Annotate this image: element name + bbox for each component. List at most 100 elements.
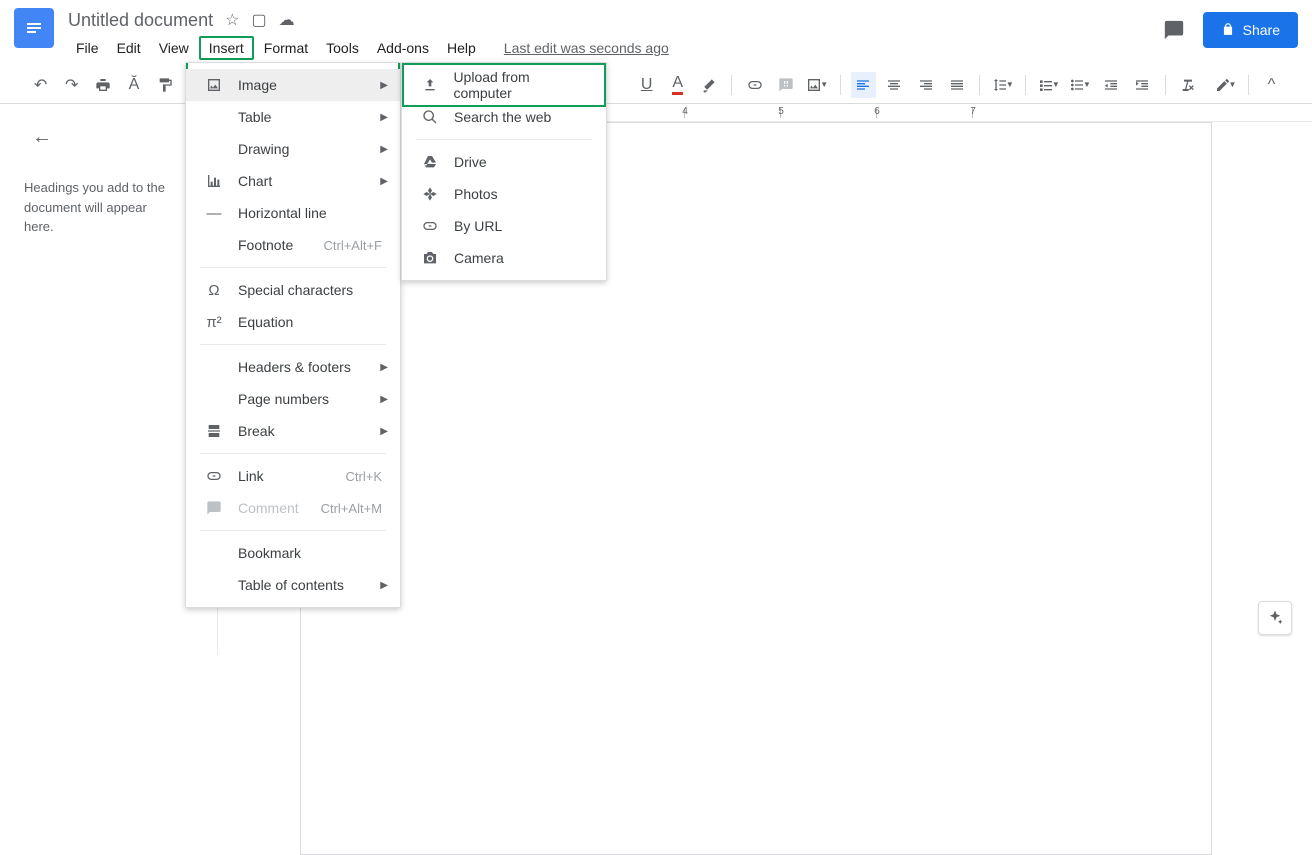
explore-button[interactable] <box>1258 601 1292 635</box>
outline-panel: ← Headings you add to the document will … <box>0 104 200 655</box>
chevron-right-icon: ▶ <box>380 176 388 187</box>
insert-image-item[interactable]: Image ▶ <box>186 69 400 101</box>
menu-help[interactable]: Help <box>439 36 484 60</box>
insert-chart-item[interactable]: Chart ▶ <box>186 165 400 197</box>
open-comments-button[interactable] <box>1161 17 1187 43</box>
last-edit-link[interactable]: Last edit was seconds ago <box>504 40 669 56</box>
dd-label: Horizontal line <box>238 205 327 221</box>
image-submenu-dropdown: Upload from computer Search the web Driv… <box>401 62 607 281</box>
shortcut-label: Ctrl+Alt+F <box>323 238 382 253</box>
camera-icon <box>420 250 440 266</box>
insert-drawing-item[interactable]: Drawing ▶ <box>186 133 400 165</box>
insert-link-button[interactable] <box>742 72 767 98</box>
align-justify-button[interactable] <box>944 72 969 98</box>
redo-button[interactable]: ↷ <box>59 72 84 98</box>
dd-label: Upload from computer <box>453 69 588 101</box>
insert-bookmark-item[interactable]: Bookmark <box>186 537 400 569</box>
spellcheck-button[interactable]: Ă <box>121 72 146 98</box>
decrease-indent-button[interactable] <box>1099 72 1124 98</box>
move-icon[interactable]: ▢ <box>251 10 266 30</box>
increase-indent-button[interactable] <box>1130 72 1155 98</box>
break-icon <box>204 423 224 439</box>
docs-logo[interactable] <box>14 8 54 48</box>
bulleted-list-button[interactable]: ▼ <box>1067 72 1092 98</box>
insert-hline-item[interactable]: — Horizontal line <box>186 197 400 229</box>
insert-footnote-item[interactable]: Footnote Ctrl+Alt+F <box>186 229 400 261</box>
undo-button[interactable]: ↶ <box>28 72 53 98</box>
cloud-status-icon: ☁ <box>279 10 295 30</box>
dd-label: Chart <box>238 173 272 189</box>
chart-icon <box>204 173 224 189</box>
align-center-button[interactable] <box>882 72 907 98</box>
close-outline-button[interactable]: ← <box>32 122 52 152</box>
link-icon <box>420 218 440 234</box>
insert-menu-dropdown: Image ▶ Table ▶ Drawing ▶ Chart ▶ — Hori… <box>185 62 401 608</box>
dd-label: Equation <box>238 314 293 330</box>
dd-label: Camera <box>454 250 504 266</box>
image-search-item[interactable]: Search the web <box>402 101 606 133</box>
dd-label: Break <box>238 423 275 439</box>
chevron-right-icon: ▶ <box>380 394 388 405</box>
highlight-color-button[interactable] <box>696 72 721 98</box>
hide-menus-button[interactable]: ^ <box>1259 72 1284 98</box>
link-icon <box>204 468 224 484</box>
print-button[interactable] <box>90 72 115 98</box>
insert-pagenums-item[interactable]: Page numbers ▶ <box>186 383 400 415</box>
dd-label: Headers & footers <box>238 359 351 375</box>
align-left-button[interactable] <box>851 72 876 98</box>
dd-label: Photos <box>454 186 498 202</box>
drive-icon <box>420 154 440 170</box>
checklist-button[interactable]: ▼ <box>1036 72 1061 98</box>
dd-label: Table of contents <box>238 577 344 593</box>
dd-label: Page numbers <box>238 391 329 407</box>
insert-special-chars-item[interactable]: Ω Special characters <box>186 274 400 306</box>
menu-file[interactable]: File <box>68 36 107 60</box>
image-drive-item[interactable]: Drive <box>402 146 606 178</box>
insert-link-item[interactable]: Link Ctrl+K <box>186 460 400 492</box>
insert-toc-item[interactable]: Table of contents ▶ <box>186 569 400 601</box>
clear-formatting-button[interactable] <box>1176 72 1201 98</box>
chevron-right-icon: ▶ <box>380 144 388 155</box>
align-right-button[interactable] <box>913 72 938 98</box>
dd-label: Bookmark <box>238 545 301 561</box>
menu-format[interactable]: Format <box>256 36 316 60</box>
menu-edit[interactable]: Edit <box>109 36 149 60</box>
dd-label: Search the web <box>454 109 551 125</box>
pi-icon: π² <box>204 314 224 331</box>
chevron-right-icon: ▶ <box>380 80 388 91</box>
dd-label: Drive <box>454 154 487 170</box>
image-photos-item[interactable]: Photos <box>402 178 606 210</box>
menu-view[interactable]: View <box>151 36 197 60</box>
insert-equation-item[interactable]: π² Equation <box>186 306 400 338</box>
image-upload-item[interactable]: Upload from computer <box>402 69 606 101</box>
insert-break-item[interactable]: Break ▶ <box>186 415 400 447</box>
dd-label: Comment <box>238 500 299 516</box>
document-title[interactable]: Untitled document <box>68 10 213 31</box>
menu-tools[interactable]: Tools <box>318 36 367 60</box>
paint-format-button[interactable] <box>153 72 178 98</box>
insert-comment-button[interactable] <box>774 72 799 98</box>
insert-comment-item[interactable]: Comment Ctrl+Alt+M <box>186 492 400 524</box>
outline-hint: Headings you add to the document will ap… <box>24 178 176 237</box>
image-byurl-item[interactable]: By URL <box>402 210 606 242</box>
menu-addons[interactable]: Add-ons <box>369 36 437 60</box>
line-spacing-button[interactable]: ▼ <box>990 72 1015 98</box>
chevron-right-icon: ▶ <box>380 362 388 373</box>
star-icon[interactable]: ☆ <box>225 10 239 30</box>
editing-mode-button[interactable]: ▼ <box>1213 72 1238 98</box>
dd-label: Drawing <box>238 141 289 157</box>
search-icon <box>420 109 440 125</box>
image-camera-item[interactable]: Camera <box>402 242 606 274</box>
dd-label: Link <box>238 468 264 484</box>
text-color-button[interactable]: A <box>665 72 690 98</box>
insert-headers-item[interactable]: Headers & footers ▶ <box>186 351 400 383</box>
menu-insert[interactable]: Insert <box>199 36 254 60</box>
insert-table-item[interactable]: Table ▶ <box>186 101 400 133</box>
insert-image-button[interactable]: ▼ <box>805 72 830 98</box>
photos-icon <box>420 186 440 202</box>
upload-icon <box>420 77 439 93</box>
dd-label: By URL <box>454 218 502 234</box>
underline-button[interactable]: U <box>634 72 659 98</box>
share-button[interactable]: Share <box>1203 12 1298 48</box>
dd-label: Footnote <box>238 237 293 253</box>
